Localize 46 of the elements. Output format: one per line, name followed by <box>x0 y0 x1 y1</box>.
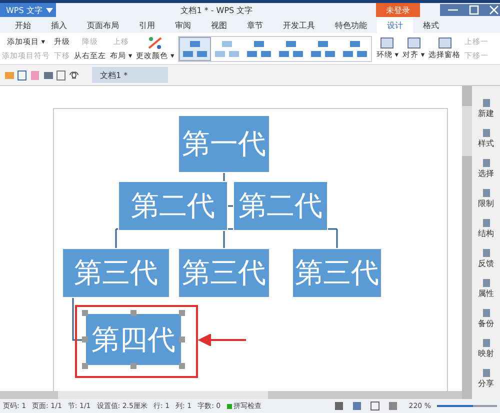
document-icon <box>482 128 490 138</box>
ribbon-tab[interactable]: 特色功能 <box>325 17 377 33</box>
vertical-scrollbar[interactable] <box>462 86 472 399</box>
document-icon <box>482 98 490 108</box>
arrow <box>198 334 248 346</box>
side-panel-button[interactable]: 分享 <box>478 368 494 389</box>
side-panel-button[interactable]: 限制 <box>478 188 494 209</box>
side-panel-button[interactable]: 选择 <box>478 158 494 179</box>
side-panel-button[interactable]: 备份 <box>478 308 494 329</box>
ribbon-tab[interactable]: 开发工具 <box>273 17 325 33</box>
window-icon <box>438 37 452 49</box>
horizontal-scrollbar[interactable] <box>0 391 462 399</box>
document-tab[interactable]: 文档1 * <box>92 67 168 83</box>
ribbon-tab[interactable]: 设计 <box>377 17 413 33</box>
document-icon <box>482 248 490 258</box>
document-icon <box>482 308 490 318</box>
connector-line <box>228 205 233 207</box>
side-panel-button[interactable]: 新建 <box>478 98 494 119</box>
ribbon-tab[interactable]: 引用 <box>129 17 165 33</box>
window-title: 文档1 * - WPS 文字 <box>180 4 254 16</box>
palette-icon <box>147 36 164 50</box>
document-icon <box>482 278 490 288</box>
ribbon-tab[interactable]: 章节 <box>237 17 273 33</box>
app-menu-button[interactable]: WPS 文字 <box>0 3 56 17</box>
ribbon-tab[interactable]: 插入 <box>41 17 77 33</box>
document-icon <box>482 188 490 198</box>
side-panel-button[interactable]: 结构 <box>478 218 494 239</box>
side-panel-button[interactable]: 映射 <box>478 338 494 359</box>
window-controls-icon[interactable] <box>440 4 500 16</box>
ribbon-tab[interactable]: 格式 <box>413 17 449 33</box>
connector-line <box>72 298 85 341</box>
ribbon-tab[interactable]: 页面布局 <box>77 17 129 33</box>
side-panel-button[interactable]: 属性 <box>478 278 494 299</box>
document-icon <box>482 338 490 348</box>
window-icon <box>406 37 421 49</box>
window-icon <box>380 37 394 49</box>
document-icon <box>482 368 490 378</box>
ribbon-tab[interactable]: 开始 <box>5 17 41 33</box>
document-icon <box>482 218 490 228</box>
layout-thumbnail[interactable] <box>180 38 210 60</box>
side-panel-button[interactable]: 反馈 <box>478 248 494 269</box>
ribbon-tab[interactable]: 审阅 <box>165 17 201 33</box>
side-panel-button[interactable]: 样式 <box>478 128 494 149</box>
ribbon-tab[interactable]: 视图 <box>201 17 237 33</box>
caret-icon[interactable] <box>46 8 54 12</box>
document-icon <box>482 158 490 168</box>
